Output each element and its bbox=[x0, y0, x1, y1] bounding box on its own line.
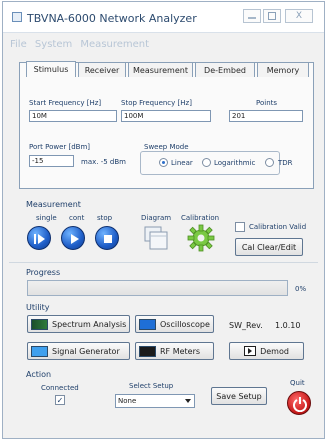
select-setup-value: None bbox=[118, 397, 137, 405]
diagram-label: Diagram bbox=[141, 214, 172, 222]
sw-rev-value: 1.0.10 bbox=[275, 321, 301, 330]
oscilloscope-label: Oscilloscope bbox=[160, 319, 210, 329]
port-power-label: Port Power [dBm] bbox=[29, 143, 91, 151]
quit-button[interactable] bbox=[287, 391, 311, 415]
step-play-icon bbox=[34, 234, 45, 244]
spectrum-analysis-label: Spectrum Analysis bbox=[52, 319, 127, 329]
cal-clear-edit-button[interactable]: Cal Clear/Edit bbox=[235, 238, 303, 256]
save-setup-button[interactable]: Save Setup bbox=[211, 387, 267, 405]
menu-file[interactable]: File bbox=[10, 39, 27, 50]
signal-generator-label: Signal Generator bbox=[52, 346, 120, 356]
minimize-icon bbox=[248, 17, 256, 19]
power-icon bbox=[293, 397, 307, 412]
measurement-section-label: Measurement bbox=[26, 200, 81, 209]
chevron-down-icon bbox=[185, 399, 191, 403]
tab-receiver[interactable]: Receiver bbox=[78, 62, 126, 77]
calibration-label: Calibration bbox=[181, 214, 220, 222]
signal-generator-icon bbox=[31, 345, 48, 357]
diagram-icon[interactable] bbox=[144, 226, 170, 252]
select-setup-label: Select Setup bbox=[129, 382, 174, 390]
stop-label: stop bbox=[97, 214, 113, 222]
oscilloscope-button[interactable]: Oscilloscope bbox=[135, 315, 214, 333]
progress-percent: 0% bbox=[295, 285, 307, 293]
app-icon bbox=[12, 12, 22, 22]
tab-memory[interactable]: Memory bbox=[257, 62, 309, 77]
single-button[interactable] bbox=[27, 226, 51, 250]
port-power-input[interactable]: -15 bbox=[29, 155, 74, 167]
calibration-valid-label: Calibration Valid bbox=[249, 223, 307, 231]
spectrum-icon bbox=[31, 318, 48, 330]
stop-frequency-input[interactable]: 100M bbox=[121, 110, 211, 122]
start-frequency-input[interactable]: 10M bbox=[29, 110, 117, 122]
max-power-label: max. -5 dBm bbox=[81, 158, 126, 166]
radio-logarithmic-label: Logarithmic bbox=[214, 159, 256, 167]
sweep-mode-label: Sweep Mode bbox=[144, 143, 189, 151]
rf-meters-icon bbox=[139, 345, 156, 357]
radio-tdr-label: TDR bbox=[278, 159, 293, 167]
radio-tdr[interactable] bbox=[265, 158, 274, 167]
title-bar: TBVNA-6000 Network Analyzer X bbox=[3, 2, 324, 33]
radio-linear-label: Linear bbox=[171, 159, 193, 167]
points-input[interactable]: 201 bbox=[229, 110, 303, 122]
play-icon bbox=[71, 234, 79, 244]
divider bbox=[9, 262, 318, 263]
cont-label: cont bbox=[69, 214, 85, 222]
close-button[interactable]: X bbox=[285, 9, 313, 23]
start-frequency-label: Start Frequency [Hz] bbox=[29, 99, 102, 107]
calibration-valid-checkbox[interactable] bbox=[235, 222, 245, 232]
rf-meters-label: RF Meters bbox=[160, 346, 201, 356]
minimize-button[interactable] bbox=[243, 9, 261, 23]
utility-label: Utility bbox=[26, 303, 50, 312]
connected-checkbox[interactable]: ✓ bbox=[55, 395, 65, 405]
points-label: Points bbox=[256, 99, 278, 107]
menu-bar: File System Measurement bbox=[10, 39, 154, 50]
progress-bar bbox=[27, 280, 288, 296]
radio-linear[interactable] bbox=[159, 158, 168, 167]
progress-label: Progress bbox=[26, 268, 61, 277]
tab-measurement[interactable]: Measurement bbox=[128, 62, 193, 77]
app-window: TBVNA-6000 Network Analyzer X File Syste… bbox=[2, 1, 325, 439]
menu-measurement[interactable]: Measurement bbox=[80, 39, 149, 50]
quit-label: Quit bbox=[290, 379, 305, 387]
signal-generator-button[interactable]: Signal Generator bbox=[27, 342, 130, 360]
menu-system[interactable]: System bbox=[35, 39, 72, 50]
maximize-button[interactable] bbox=[263, 9, 281, 23]
gear-icon[interactable] bbox=[187, 224, 215, 252]
window-title: TBVNA-6000 Network Analyzer bbox=[27, 12, 197, 25]
oscilloscope-icon bbox=[139, 318, 156, 330]
sw-rev-label: SW_Rev. bbox=[229, 321, 263, 330]
single-label: single bbox=[36, 214, 57, 222]
demod-button[interactable]: Demod bbox=[229, 342, 304, 360]
maximize-icon bbox=[268, 12, 276, 20]
connected-label: Connected bbox=[41, 384, 79, 392]
demod-icon bbox=[244, 346, 257, 356]
select-setup-dropdown[interactable]: None bbox=[115, 394, 195, 408]
radio-logarithmic[interactable] bbox=[202, 158, 211, 167]
close-icon: X bbox=[295, 11, 303, 21]
cont-button[interactable] bbox=[61, 226, 85, 250]
demod-label: Demod bbox=[260, 346, 289, 356]
rf-meters-button[interactable]: RF Meters bbox=[135, 342, 214, 360]
stop-button[interactable] bbox=[95, 226, 119, 250]
tab-stimulus[interactable]: Stimulus bbox=[26, 61, 76, 77]
tab-de-embed[interactable]: De-Embed bbox=[195, 62, 255, 77]
stop-icon bbox=[104, 235, 112, 243]
spectrum-analysis-button[interactable]: Spectrum Analysis bbox=[27, 315, 130, 333]
action-label: Action bbox=[26, 370, 52, 379]
stop-frequency-label: Stop Frequency [Hz] bbox=[121, 99, 192, 107]
